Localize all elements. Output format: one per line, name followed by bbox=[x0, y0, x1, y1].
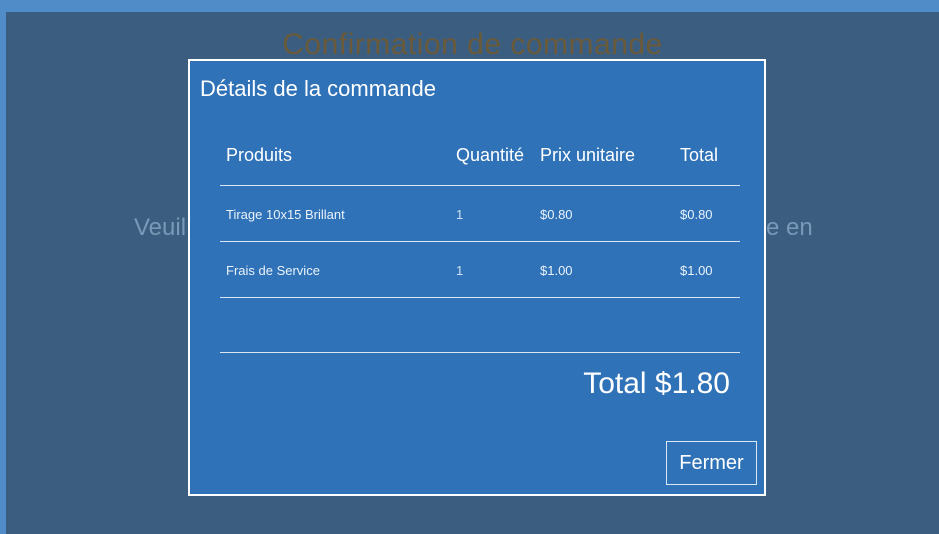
header-products: Produits bbox=[226, 145, 293, 165]
order-table: Produits Quantité Prix unitaire Total Ti… bbox=[220, 133, 740, 353]
cell-total: $1.00 bbox=[680, 263, 713, 278]
dialog-title: Détails de la commande bbox=[200, 76, 437, 101]
instruction-text-left: Veuil bbox=[134, 214, 187, 241]
cell-product: Frais de Service bbox=[226, 263, 320, 278]
header-quantity: Quantité bbox=[456, 145, 525, 165]
cell-total: $0.80 bbox=[680, 207, 713, 222]
cell-quantity: 1 bbox=[456, 207, 464, 222]
order-total: Total $1.80 bbox=[583, 367, 730, 400]
cell-quantity: 1 bbox=[456, 263, 464, 278]
instruction-text-right: re en bbox=[758, 214, 813, 241]
table-header: Produits Quantité Prix unitaire Total bbox=[220, 133, 740, 186]
cell-product: Tirage 10x15 Brillant bbox=[226, 207, 345, 222]
close-button[interactable]: Fermer bbox=[666, 441, 757, 485]
header-unit-price: Prix unitaire bbox=[540, 145, 636, 165]
cell-unit-price: $1.00 bbox=[540, 263, 573, 278]
table-row: Tirage 10x15 Brillant 1 $0.80 $0.80 bbox=[220, 186, 740, 242]
table-row: Frais de Service 1 $1.00 $1.00 bbox=[220, 242, 740, 298]
page-title: Confirmation de commande bbox=[282, 28, 663, 61]
order-details-dialog: Détails de la commande Produits Quantité… bbox=[188, 59, 766, 496]
header-total: Total bbox=[680, 145, 719, 165]
table-row-empty bbox=[220, 298, 740, 353]
cell-unit-price: $0.80 bbox=[540, 207, 573, 222]
